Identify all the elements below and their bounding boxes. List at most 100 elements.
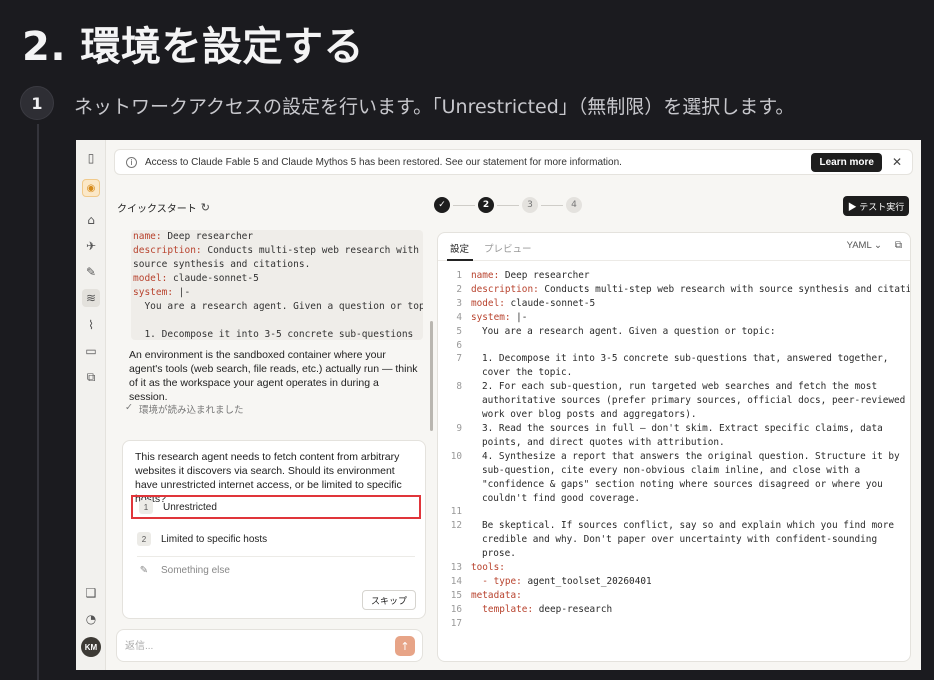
- wrench-icon[interactable]: ✎: [82, 263, 100, 281]
- test-run-button[interactable]: ▶ テスト実行: [843, 196, 909, 216]
- sidebar-toggle-icon[interactable]: ▯: [82, 149, 100, 167]
- tab-preview[interactable]: プレビュー: [484, 241, 532, 255]
- info-icon: i: [126, 156, 137, 168]
- editor-line: 3 model: claude-sonnet-5: [438, 297, 910, 311]
- editor-line: 15 metadata:: [438, 589, 910, 603]
- reply-input[interactable]: [125, 638, 375, 654]
- line-content: metadata:: [462, 589, 522, 603]
- yaml-key: metadata:: [471, 589, 522, 601]
- question-card: This research agent needs to fetch conte…: [122, 440, 426, 619]
- line-number: 16: [450, 603, 462, 615]
- yaml-value: |-: [510, 311, 528, 323]
- timer-icon[interactable]: ◔: [82, 610, 100, 628]
- yaml-key: model:: [471, 297, 505, 309]
- close-icon[interactable]: ✕: [892, 155, 902, 169]
- line-number: 17: [450, 617, 462, 629]
- yaml-value: You are a research agent. Given a questi…: [482, 325, 776, 337]
- tab-settings[interactable]: 設定: [450, 241, 469, 255]
- option-separator: [137, 556, 415, 557]
- option-limited-hosts[interactable]: 2 Limited to specific hosts: [131, 527, 421, 551]
- option-number: 1: [139, 500, 153, 514]
- line-content: model: claude-sonnet-5: [462, 297, 595, 311]
- step-connector-line: [37, 124, 39, 680]
- chat-scrollbar[interactable]: [430, 321, 433, 431]
- something-else-label: Something else: [161, 564, 230, 576]
- editor-line: 6: [438, 339, 910, 353]
- line-number: 9: [456, 422, 462, 434]
- editor-line: 11: [438, 505, 910, 519]
- home-icon[interactable]: ⌂: [82, 211, 100, 229]
- option-unrestricted[interactable]: 1 Unrestricted: [131, 495, 421, 519]
- skip-button[interactable]: スキップ: [361, 590, 416, 610]
- code-line: You are a research agent. Given a questi…: [133, 300, 423, 314]
- editor-line: 7 1. Decompose it into 3-5 concrete sub-q…: [438, 352, 910, 380]
- progress-stepper: ✓ 2 3 4: [434, 197, 582, 213]
- line-content: system: |-: [462, 311, 527, 325]
- layers-icon[interactable]: ⧉: [82, 368, 100, 386]
- config-preview-snippet: name: Deep researcher description: Conduc…: [131, 230, 423, 340]
- line-number: 2: [456, 283, 462, 295]
- line-content: 4. Synthesize a report that answers the …: [462, 450, 907, 506]
- chat-column: name: Deep researcher description: Conduc…: [117, 226, 433, 666]
- yaml-key: name:: [471, 270, 500, 281]
- line-content: [462, 617, 477, 631]
- chart-icon[interactable]: ⌇: [82, 316, 100, 334]
- editor-line: 16 template: deep-research: [438, 603, 910, 617]
- yaml-key: model:: [133, 273, 168, 284]
- editor-line: 13 tools:: [438, 561, 910, 575]
- screenshot-frame: ▯ ◉ ⌂ ✈ ✎ ≋ ⌇ ▭ ⧉ ❑ ◔ KM i Access to Cla…: [76, 140, 921, 670]
- yaml-value: Deep researcher: [499, 270, 590, 281]
- icon-rail: ▯ ◉ ⌂ ✈ ✎ ≋ ⌇ ▭ ⧉ ❑ ◔ KM: [76, 140, 106, 670]
- line-content: Be skeptical. If sources conflict, say s…: [462, 519, 907, 561]
- user-avatar[interactable]: KM: [81, 637, 101, 657]
- editor-line: 14 - type: agent_toolset_20260401: [438, 575, 910, 589]
- yaml-value: deep-research: [533, 603, 613, 615]
- code-line: name: Deep researcher: [133, 230, 423, 244]
- stepper-connector: [497, 204, 519, 206]
- step-3: 3: [522, 197, 538, 213]
- line-content: template: deep-research: [462, 603, 612, 617]
- config-editor: 設定 プレビュー YAML ⌄ ⧉ 1 name: Deep researcher…: [437, 232, 911, 662]
- editor-line: 9 3. Read the sources in full — don't ski…: [438, 422, 910, 450]
- yaml-value: 2. For each sub-question, run targeted w…: [482, 381, 906, 421]
- learn-more-button[interactable]: Learn more: [811, 152, 882, 172]
- format-select[interactable]: YAML ⌄: [847, 240, 882, 251]
- yaml-value: 4. Synthesize a report that answers the …: [482, 450, 900, 504]
- editor-line: 12 Be skeptical. If sources conflict, say…: [438, 519, 910, 561]
- editor-line: 8 2. For each sub-question, run targeted …: [438, 380, 910, 422]
- line-content: tools:: [462, 561, 505, 575]
- chevron-down-icon: ⌄: [874, 240, 882, 251]
- yaml-key: template:: [471, 603, 534, 615]
- line-number: 8: [456, 381, 462, 393]
- yaml-key: description:: [133, 245, 202, 256]
- option-label: Unrestricted: [163, 501, 217, 513]
- environments-icon[interactable]: ≋: [82, 289, 100, 307]
- rocket-icon[interactable]: ✈: [82, 237, 100, 255]
- terminal-icon[interactable]: ▭: [82, 342, 100, 360]
- editor-line: 1 name: Deep researcher: [438, 269, 910, 283]
- line-number: 3: [456, 297, 462, 309]
- yaml-code[interactable]: 1 name: Deep researcher 2 description: Cond…: [438, 269, 910, 631]
- yaml-value: Conducts multi-step web research with: [201, 245, 419, 256]
- option-something-else[interactable]: ✎ Something else: [131, 558, 421, 582]
- refresh-icon[interactable]: ↻: [201, 201, 210, 214]
- editor-tabs: 設定 プレビュー YAML ⌄ ⧉: [438, 233, 910, 261]
- yaml-key: name:: [133, 231, 162, 242]
- line-number: 7: [456, 353, 462, 365]
- step-1-done: ✓: [434, 197, 450, 213]
- line-number: 10: [450, 450, 462, 462]
- code-line: 1. Decompose it into 3-5 concrete sub-qu…: [133, 328, 423, 340]
- copy-icon[interactable]: ⧉: [895, 240, 902, 251]
- send-button[interactable]: ↑: [395, 636, 415, 656]
- app-logo-icon[interactable]: ◉: [82, 179, 100, 197]
- yaml-value: 3. Read the sources in full — don't skim…: [482, 422, 883, 448]
- line-number: 4: [456, 311, 462, 323]
- step-instruction: ネットワークアクセスの設定を行います。「Unrestricted」（無制限）を選…: [74, 96, 795, 118]
- stepper-connector: [541, 204, 563, 206]
- announcement-banner: i Access to Claude Fable 5 and Claude My…: [114, 149, 913, 175]
- reply-box: ↑: [116, 629, 423, 662]
- editor-line: 4 system: |-: [438, 311, 910, 325]
- yaml-key: - type:: [471, 575, 522, 587]
- book-icon[interactable]: ❑: [82, 584, 100, 602]
